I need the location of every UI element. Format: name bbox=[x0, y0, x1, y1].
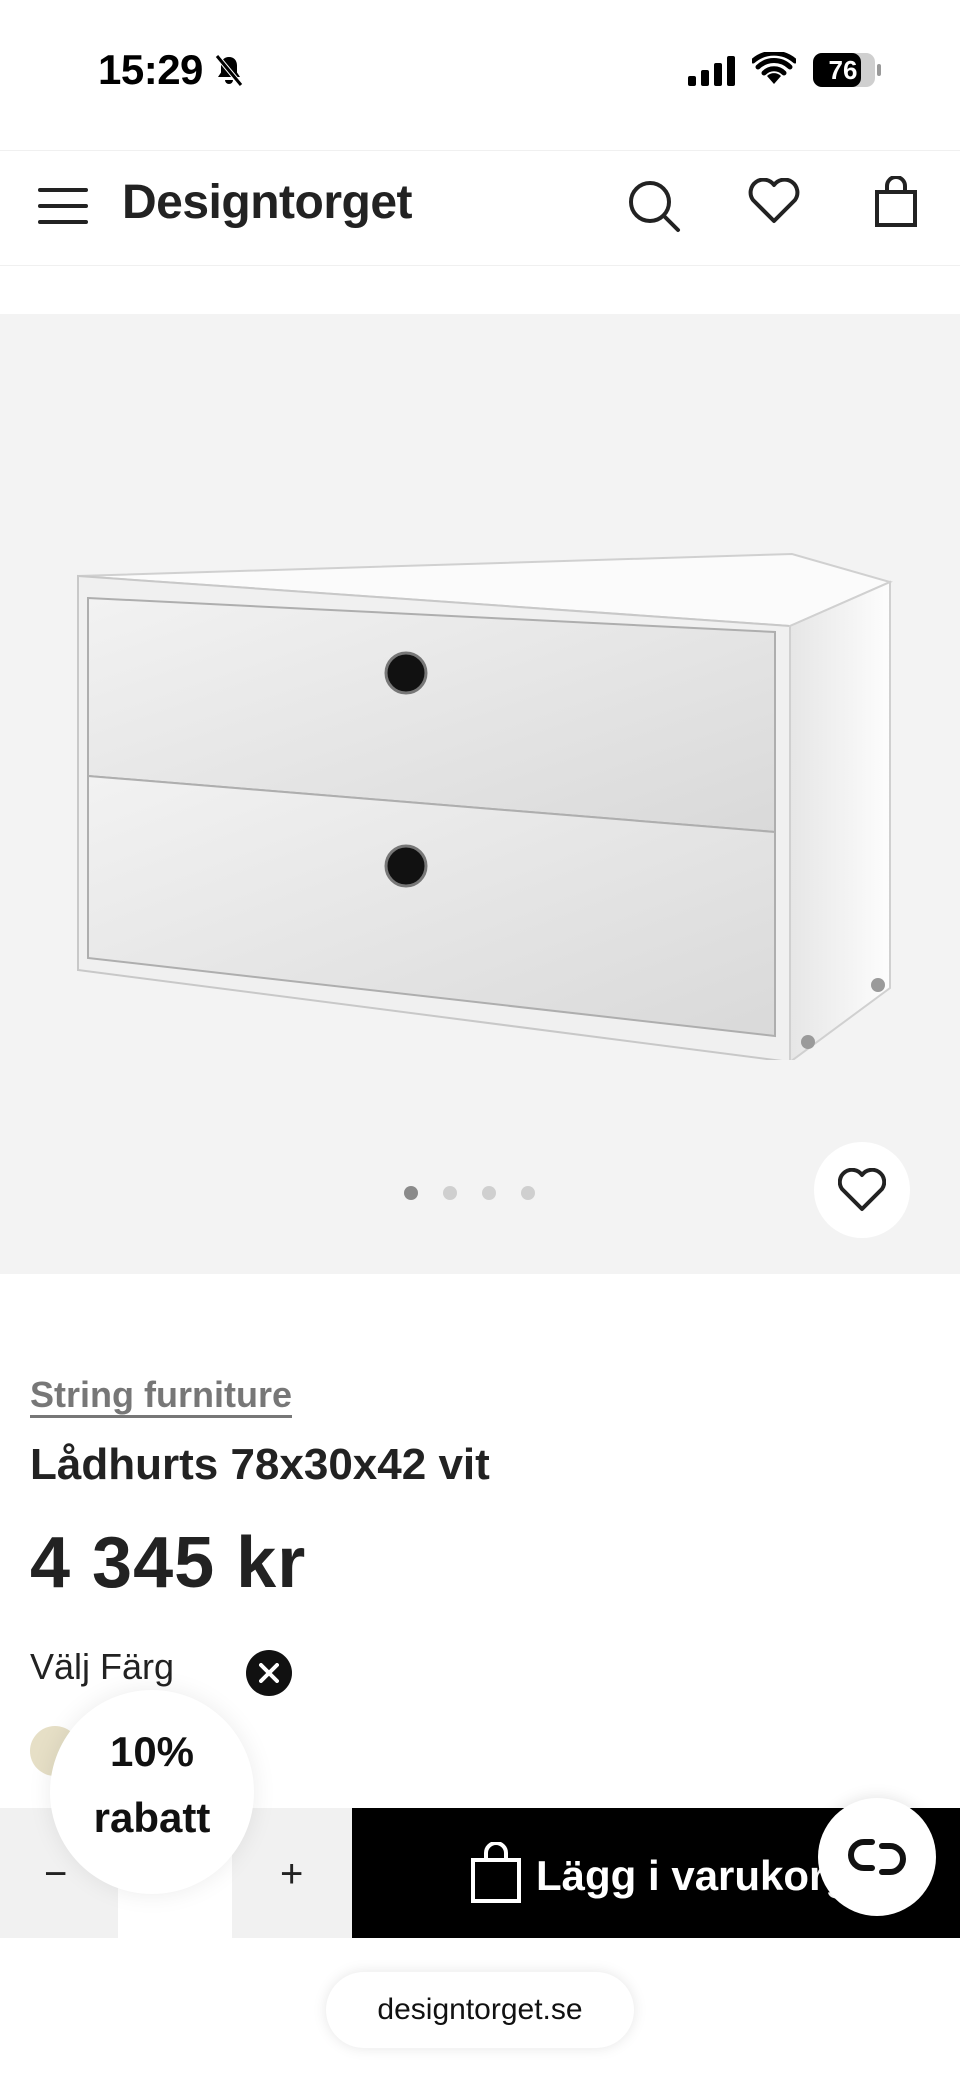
status-time: 15:29 bbox=[98, 46, 203, 93]
discount-label: rabatt bbox=[93, 1794, 211, 1841]
favorite-button[interactable] bbox=[814, 1142, 910, 1238]
wishlist-heart-icon[interactable] bbox=[748, 178, 800, 224]
shopping-bag-icon bbox=[471, 1842, 521, 1903]
color-select-label: Välj Färg bbox=[30, 1646, 175, 1687]
discount-percent: 10% bbox=[109, 1728, 195, 1775]
search-icon[interactable] bbox=[626, 178, 682, 234]
gallery-dot[interactable] bbox=[443, 1186, 457, 1200]
product-title: Lådhurts 78x30x42 vit bbox=[30, 1440, 490, 1489]
gallery-pagination[interactable] bbox=[404, 1186, 560, 1205]
gallery-dot[interactable] bbox=[521, 1186, 535, 1200]
gallery-dot[interactable] bbox=[482, 1186, 496, 1200]
close-discount-button[interactable] bbox=[246, 1650, 292, 1696]
menu-icon[interactable] bbox=[38, 186, 88, 226]
cart-bag-icon[interactable] bbox=[874, 176, 918, 228]
gallery-dot[interactable] bbox=[404, 1186, 418, 1200]
product-image bbox=[77, 552, 893, 1060]
bell-muted-icon bbox=[215, 54, 243, 87]
address-bar[interactable]: designtorget.se bbox=[326, 1972, 634, 2048]
product-brand-link[interactable]: String furniture bbox=[30, 1374, 292, 1416]
chat-link-icon bbox=[848, 1839, 906, 1875]
heart-icon bbox=[838, 1168, 886, 1211]
discount-popup[interactable]: 10% rabatt bbox=[50, 1690, 254, 1894]
quantity-increase-button[interactable]: + bbox=[280, 1852, 303, 1897]
battery-level: 76 bbox=[828, 55, 858, 85]
quantity-decrease-button[interactable]: − bbox=[44, 1852, 67, 1897]
signal-icon bbox=[688, 56, 735, 86]
product-price: 4 345 kr bbox=[30, 1523, 307, 1603]
close-icon bbox=[259, 1663, 279, 1683]
chat-button[interactable] bbox=[818, 1798, 936, 1916]
brand-logo[interactable]: Designtorget bbox=[122, 175, 413, 230]
wifi-icon bbox=[752, 52, 796, 84]
